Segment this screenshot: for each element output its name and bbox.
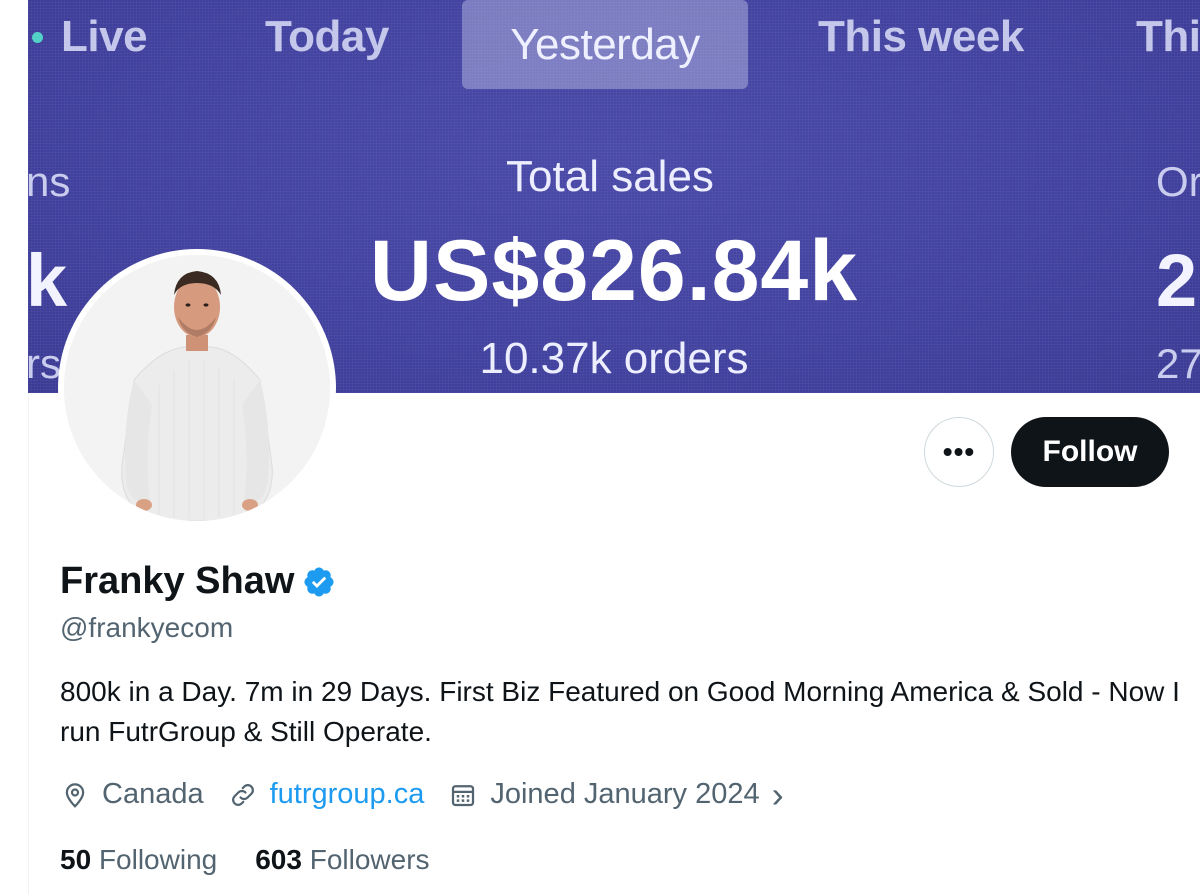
profile-bio: 800k in a Day. 7m in 29 Days. First Biz … [60,676,1180,747]
more-options-button[interactable]: ••• [924,417,994,487]
banner-tab-partial: Thi [1136,12,1200,61]
banner-tab-yesterday: Yesterday [462,0,748,89]
profile-handle: @frankyecom [60,612,234,643]
followers-stat[interactable]: 603 Followers [255,844,429,876]
joined-label: Joined January 2024 [490,778,760,810]
profile-meta-row: Canada futrgroup.ca Joined January 2024 … [60,777,808,813]
profile-location: Canada [60,778,204,811]
followers-label: Followers [309,844,430,875]
following-stat[interactable]: 50 Following [60,844,217,876]
location-label: Canada [102,778,204,810]
more-icon: ••• [942,436,976,467]
verified-badge-icon[interactable] [302,565,336,599]
chevron-right-icon[interactable]: › [772,777,784,813]
live-dot-icon [32,31,43,43]
banner-tab-live-label: Live [61,12,148,61]
banner-tab-this-week: This week [818,12,1024,61]
avatar[interactable] [58,249,336,527]
calendar-icon [452,784,475,806]
following-label: Following [98,844,218,875]
profile-name: Franky Shaw [60,560,295,602]
profile-name-row: Franky Shaw [60,560,336,603]
avatar-person-illustration [64,255,330,521]
profile-stats-row: 50 Following 603 Followers [60,844,468,876]
page-left-border [0,0,29,894]
banner-total-sales-title: Total sales [506,152,714,201]
link-icon [231,783,254,806]
followers-count: 603 [255,844,302,875]
avatar-photo [64,255,330,521]
banner-tab-today: Today [265,12,389,61]
following-count: 50 [60,844,92,875]
profile-joined[interactable]: Joined January 2024 › [448,777,784,813]
location-pin-icon [65,782,85,808]
follow-button[interactable]: Follow [1011,417,1169,487]
profile-website[interactable]: futrgroup.ca [228,778,425,811]
banner-tab-live: Live [32,12,148,62]
website-link[interactable]: futrgroup.ca [270,778,425,811]
